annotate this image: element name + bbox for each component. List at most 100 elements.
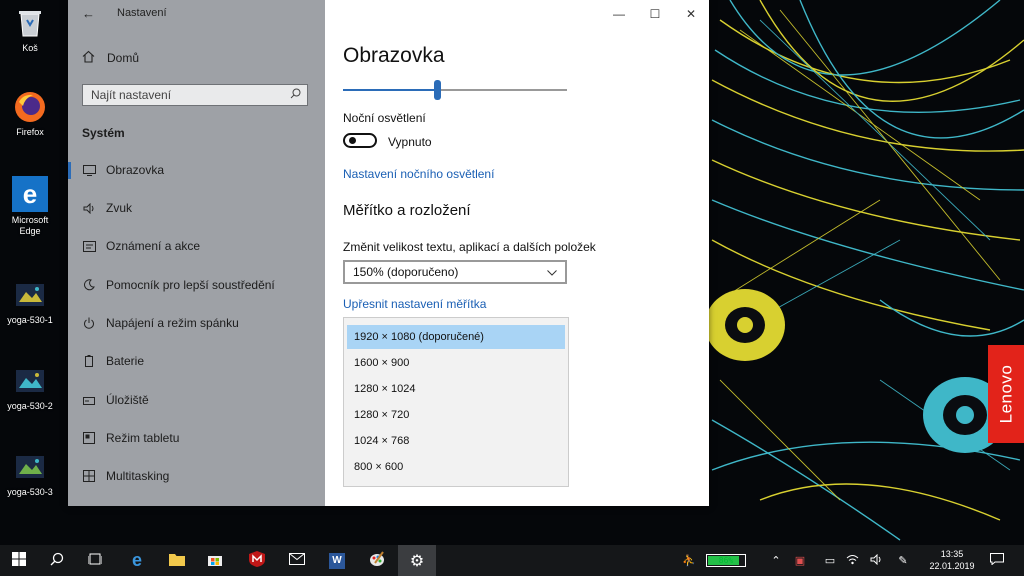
sidebar-item-sound[interactable]: Zvuk — [68, 197, 325, 219]
night-light-label: Noční osvětlení — [343, 111, 426, 125]
settings-content: — ☐ ✕ Obrazovka Noční osvětlení Vypnuto … — [325, 0, 709, 506]
file-explorer-icon — [169, 552, 185, 569]
taskbar: e W ⚙ ⛹ 86% ⌃ ▣ ▭ ✎ 13:35 22.01.2019 — [0, 545, 1024, 576]
resolution-option[interactable]: 1280 × 720 — [347, 403, 565, 427]
resolution-option[interactable]: 1024 × 768 — [347, 429, 565, 453]
taskbar-mail-button[interactable] — [278, 545, 316, 576]
desktop-icon-yoga-2[interactable]: yoga-530-2 — [1, 364, 59, 412]
tablet-icon — [82, 432, 96, 444]
resolution-option[interactable]: 1600 × 900 — [347, 351, 565, 375]
image-file-icon — [13, 364, 47, 398]
firefox-icon — [13, 90, 47, 124]
sidebar-item-label: Úložiště — [106, 393, 149, 407]
desktop-icon-firefox[interactable]: Firefox — [1, 90, 59, 138]
chevron-down-icon — [547, 265, 557, 279]
night-light-settings-link[interactable]: Nastavení nočního osvětlení — [343, 167, 494, 181]
sidebar-item-storage[interactable]: Úložiště — [68, 389, 325, 411]
resolution-option[interactable]: 800 × 600 — [347, 455, 565, 479]
taskbar-store-button[interactable] — [196, 545, 234, 576]
resolution-option[interactable]: 1920 × 1080 (doporučené) — [347, 325, 565, 349]
person-icon: ⛹ — [682, 555, 696, 567]
sidebar-item-display[interactable]: Obrazovka — [68, 159, 325, 181]
brightness-slider-thumb[interactable] — [434, 80, 442, 100]
night-light-toggle[interactable] — [343, 133, 377, 148]
clock-time: 13:35 — [940, 549, 964, 559]
taskbar-word-button[interactable]: W — [318, 545, 356, 576]
power-tray-button[interactable]: ▭ — [822, 545, 838, 576]
scale-label: Změnit velikost textu, aplikací a dalšíc… — [343, 240, 596, 254]
brightness-slider-fill — [343, 89, 438, 91]
sidebar-item-tablet-mode[interactable]: Režim tabletu — [68, 427, 325, 449]
chevron-up-icon: ⌃ — [771, 555, 781, 567]
show-hidden-icons-button[interactable]: ⌃ — [768, 545, 784, 576]
advanced-scaling-link[interactable]: Upřesnit nastavení měřítka — [343, 297, 486, 311]
sidebar-item-label: Baterie — [106, 354, 145, 368]
tray-app-button[interactable]: ▣ — [792, 545, 808, 576]
battery-indicator[interactable]: 86% — [706, 554, 746, 567]
settings-search-input[interactable]: Najít nastavení — [82, 84, 308, 106]
people-tray-button[interactable]: ⛹ — [680, 545, 698, 576]
settings-sidebar: ← Nastavení Domů Najít nastavení Systém … — [68, 0, 325, 506]
taskbar-search-button[interactable] — [38, 545, 76, 576]
taskbar-file-explorer-button[interactable] — [158, 545, 196, 576]
close-button[interactable]: ✕ — [673, 0, 709, 28]
multitasking-icon — [82, 470, 96, 482]
section-title-system: Systém — [82, 126, 125, 140]
task-view-icon — [87, 552, 103, 569]
sidebar-item-notifications[interactable]: Oznámení a akce — [68, 235, 325, 257]
mail-icon — [289, 553, 305, 568]
edge-icon: e — [131, 550, 142, 570]
paint-icon — [369, 551, 385, 570]
scale-select-value: 150% (doporučeno) — [353, 265, 459, 279]
pen-tray-button[interactable]: ✎ — [894, 545, 912, 576]
sidebar-item-label: Režim tabletu — [106, 431, 180, 445]
sidebar-item-label: Oznámení a akce — [106, 239, 201, 253]
clock[interactable]: 13:35 22.01.2019 — [922, 548, 982, 572]
taskbar-settings-button[interactable]: ⚙ — [398, 545, 436, 576]
sidebar-item-power[interactable]: Napájení a režim spánku — [68, 312, 325, 334]
moon-icon — [82, 279, 96, 291]
battery-percent: 86% — [718, 556, 734, 565]
scale-section-title: Měřítko a rozložení — [343, 202, 471, 219]
taskbar-edge-button[interactable]: e — [118, 545, 156, 576]
brightness-slider[interactable] — [343, 80, 567, 100]
sidebar-item-home[interactable]: Domů — [82, 50, 139, 66]
window-title: Nastavení — [117, 7, 167, 19]
toggle-knob — [349, 137, 356, 144]
action-center-button[interactable] — [982, 545, 1012, 576]
desktop-icon-recycle-bin[interactable]: Koš — [1, 6, 59, 54]
storage-icon — [82, 394, 96, 406]
desktop-icon-edge[interactable]: e Microsoft Edge — [1, 176, 59, 237]
sidebar-item-battery[interactable]: Baterie — [68, 350, 325, 372]
start-button[interactable] — [0, 545, 38, 576]
scale-select[interactable]: 150% (doporučeno) — [343, 260, 567, 284]
pen-icon: ✎ — [898, 555, 908, 567]
home-label: Domů — [107, 51, 140, 65]
sidebar-item-label: Obrazovka — [106, 163, 165, 177]
battery-tray-icon: ▭ — [824, 555, 836, 567]
window-controls: — ☐ ✕ — [601, 0, 709, 28]
page-title: Obrazovka — [343, 44, 445, 67]
power-icon — [82, 317, 96, 329]
task-view-button[interactable] — [76, 545, 114, 576]
battery-icon — [82, 355, 96, 367]
desktop-icon-yoga-1[interactable]: yoga-530-1 — [1, 278, 59, 326]
maximize-button[interactable]: ☐ — [637, 0, 673, 28]
resolution-option[interactable]: 1280 × 1024 — [347, 377, 565, 401]
minimize-button[interactable]: — — [601, 0, 637, 28]
back-arrow-icon[interactable]: ← — [82, 6, 95, 21]
title-bar: ← Nastavení — [68, 0, 325, 28]
desktop-icon-yoga-3[interactable]: yoga-530-3 — [1, 450, 59, 498]
sidebar-item-multitasking[interactable]: Multitasking — [68, 465, 325, 487]
monitor-icon — [82, 164, 96, 176]
volume-tray-button[interactable] — [868, 545, 884, 576]
resolution-dropdown-list: 1920 × 1080 (doporučené) 1600 × 900 1280… — [343, 317, 569, 487]
sidebar-item-label: Napájení a režim spánku — [106, 316, 239, 330]
sidebar-item-focus-assist[interactable]: Pomocník pro lepší soustředění — [68, 274, 325, 296]
notification-icon — [990, 553, 1004, 568]
taskbar-mcafee-button[interactable] — [238, 545, 276, 576]
lenovo-badge: Lenovo — [988, 345, 1024, 443]
sidebar-item-label: Multitasking — [106, 469, 170, 483]
taskbar-paint-button[interactable] — [358, 545, 396, 576]
network-tray-button[interactable] — [844, 545, 860, 576]
